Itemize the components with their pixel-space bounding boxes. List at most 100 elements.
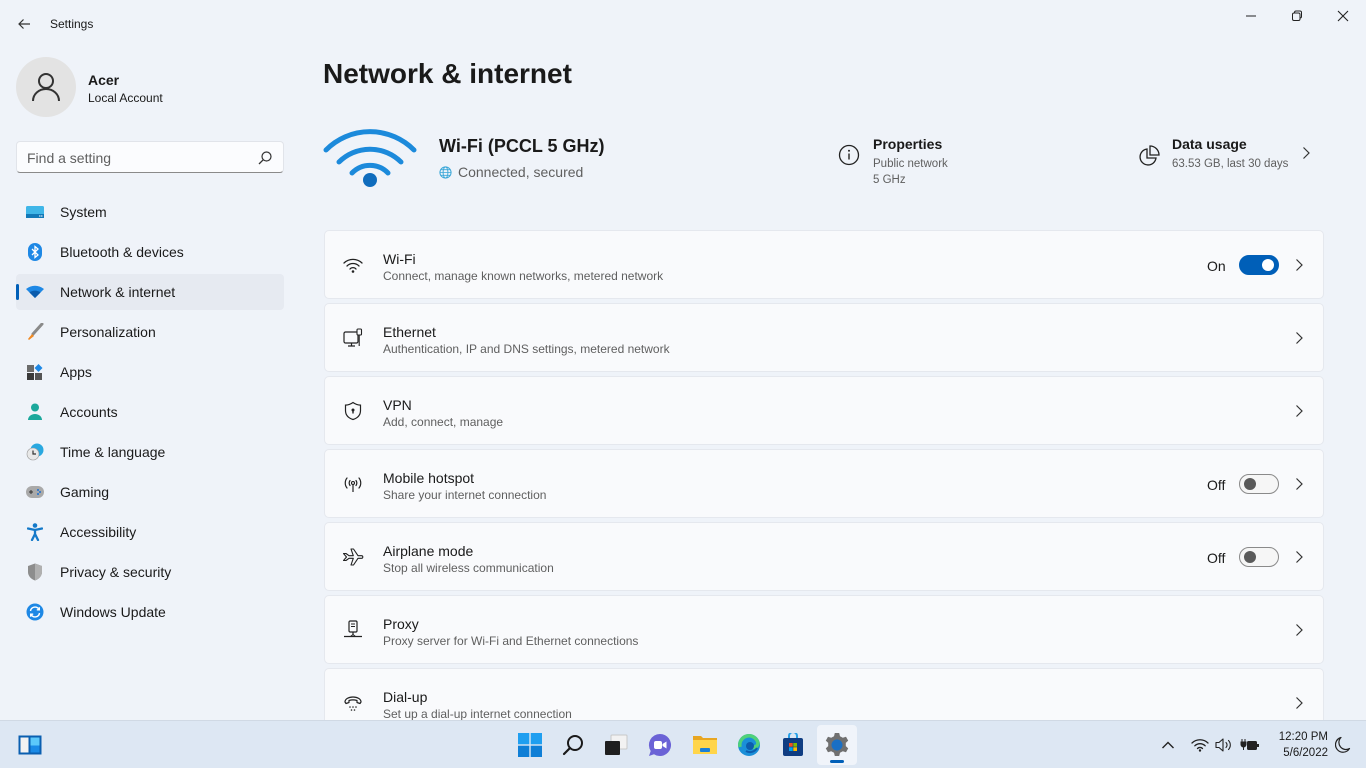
sidebar-item-time-language[interactable]: Time & language [16, 434, 284, 470]
minimize-button[interactable] [1228, 4, 1274, 28]
file-explorer-button[interactable] [685, 725, 725, 765]
settings-taskbar-button[interactable] [817, 725, 857, 765]
sidebar-item-bluetooth[interactable]: Bluetooth & devices [16, 234, 284, 270]
back-button[interactable] [12, 12, 36, 36]
chevron-right-icon [1296, 405, 1303, 417]
app-title: Settings [50, 17, 94, 31]
sidebar-item-accessibility[interactable]: Accessibility [16, 514, 284, 550]
sidebar-item-personalization[interactable]: Personalization [16, 314, 284, 350]
sidebar-item-system[interactable]: System [16, 194, 284, 230]
data-usage-title: Data usage [1172, 136, 1247, 152]
sidebar-item-privacy[interactable]: Privacy & security [16, 554, 284, 590]
sidebar-item-accounts[interactable]: Accounts [16, 394, 284, 430]
battery-tray-button[interactable] [1240, 735, 1260, 755]
card-title: Ethernet [383, 324, 436, 340]
update-icon [26, 603, 44, 621]
gear-icon [825, 733, 849, 756]
sidebar-item-label: Windows Update [60, 604, 166, 620]
wifi-toggle[interactable] [1239, 255, 1279, 275]
card-subtitle: Stop all wireless communication [383, 561, 554, 575]
chevron-right-icon [1296, 259, 1303, 271]
card-title: Wi-Fi [383, 251, 416, 267]
card-vpn[interactable]: VPN Add, connect, manage [324, 376, 1324, 445]
person-icon [26, 403, 44, 421]
sidebar-item-label: Privacy & security [60, 564, 172, 580]
minimize-icon [1246, 15, 1256, 17]
toggle-state-label: Off [1207, 477, 1226, 493]
chevron-right-icon [1303, 147, 1310, 159]
page-title: Network & internet [323, 58, 572, 89]
edge-icon [738, 734, 760, 756]
widgets-button[interactable] [10, 725, 50, 765]
vpn-shield-icon [342, 400, 364, 422]
sidebar-item-label: System [60, 204, 107, 220]
task-view-button[interactable] [596, 725, 636, 765]
title-bar: Settings [0, 0, 1366, 48]
data-usage-link[interactable]: Data usage 63.53 GB, last 30 days [1137, 136, 1327, 186]
chat-button[interactable] [640, 725, 680, 765]
airplane-icon [342, 546, 364, 568]
accessibility-icon [26, 523, 44, 541]
card-wifi[interactable]: Wi-Fi Connect, manage known networks, me… [324, 230, 1324, 299]
search-taskbar-button[interactable] [553, 725, 593, 765]
arrow-left-icon [18, 19, 30, 29]
search-icon[interactable] [257, 150, 273, 166]
connection-status-text: Connected, secured [458, 164, 584, 180]
sidebar-item-windows-update[interactable]: Windows Update [16, 594, 284, 630]
apps-icon [26, 363, 44, 381]
card-airplane-mode[interactable]: Airplane mode Stop all wireless communic… [324, 522, 1324, 591]
avatar[interactable] [16, 57, 76, 117]
show-hidden-icons-button[interactable] [1158, 735, 1178, 755]
card-ethernet[interactable]: Ethernet Authentication, IP and DNS sett… [324, 303, 1324, 372]
clock[interactable]: 12:20 PM 5/6/2022 [1266, 729, 1328, 761]
shield-icon [26, 563, 44, 581]
ethernet-icon [342, 327, 364, 349]
windows-logo-icon [518, 733, 542, 757]
pie-chart-icon [1139, 145, 1160, 166]
user-name: Acer [88, 72, 120, 88]
edge-button[interactable] [729, 725, 769, 765]
toggle-state-label: On [1207, 258, 1226, 274]
sidebar-item-label: Accounts [60, 404, 118, 420]
gamepad-icon [26, 483, 44, 501]
moon-icon [1335, 736, 1351, 753]
chevron-right-icon [1296, 332, 1303, 344]
chevron-up-icon [1162, 741, 1174, 749]
focus-assist-button[interactable] [1333, 735, 1353, 755]
sidebar-item-apps[interactable]: Apps [16, 354, 284, 390]
connection-name: Wi-Fi (PCCL 5 GHz) [439, 136, 605, 156]
search-input[interactable] [27, 148, 247, 168]
card-title: Proxy [383, 616, 419, 632]
chevron-right-icon [1296, 478, 1303, 490]
airplane-mode-toggle[interactable] [1239, 547, 1279, 567]
card-subtitle: Proxy server for Wi-Fi and Ethernet conn… [383, 634, 639, 648]
restore-icon [1292, 10, 1302, 21]
chevron-right-icon [1296, 697, 1303, 709]
network-band: 5 GHz [873, 174, 906, 186]
card-title: Airplane mode [383, 543, 474, 559]
mobile-hotspot-toggle[interactable] [1239, 474, 1279, 494]
store-icon [783, 733, 803, 756]
proxy-icon [342, 619, 364, 641]
start-button[interactable] [510, 725, 550, 765]
close-button[interactable] [1320, 4, 1366, 28]
sidebar-item-label: Gaming [60, 484, 110, 500]
toggle-state-label: Off [1207, 550, 1226, 566]
sidebar-item-network[interactable]: Network & internet [16, 274, 284, 310]
card-title: Dial-up [383, 689, 428, 705]
card-mobile-hotspot[interactable]: Mobile hotspot Share your internet conne… [324, 449, 1324, 518]
settings-cards: Wi-Fi Connect, manage known networks, me… [324, 230, 1324, 741]
card-title: VPN [383, 397, 412, 413]
hotspot-icon [342, 473, 364, 495]
store-button[interactable] [773, 725, 813, 765]
volume-tray-button[interactable] [1214, 735, 1234, 755]
restore-button[interactable] [1274, 4, 1320, 28]
toggle-knob [1244, 551, 1256, 563]
network-tray-button[interactable] [1190, 735, 1210, 755]
search-box[interactable] [16, 141, 284, 173]
close-icon [1337, 10, 1349, 22]
sidebar-item-gaming[interactable]: Gaming [16, 474, 284, 510]
card-proxy[interactable]: Proxy Proxy server for Wi-Fi and Etherne… [324, 595, 1324, 664]
search-icon [562, 735, 583, 756]
globe-icon [439, 165, 452, 179]
